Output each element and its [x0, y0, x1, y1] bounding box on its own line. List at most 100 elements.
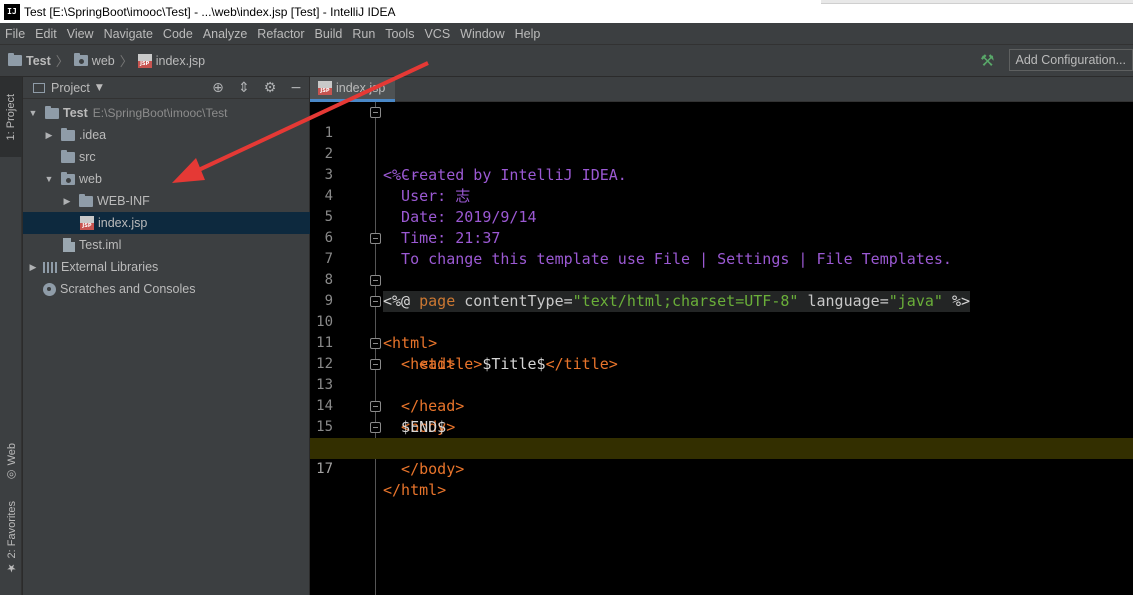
chevron-right-icon: 〉: [55, 54, 69, 69]
tree-item-label: index.jsp: [98, 216, 148, 230]
tree-item-label: src: [79, 150, 96, 164]
menu-build[interactable]: Build: [310, 27, 348, 41]
code-text: </body>: [383, 460, 465, 478]
tree-item-test-iml[interactable]: Test.iml: [23, 234, 310, 256]
breadcrumb-project[interactable]: Test: [26, 54, 51, 68]
menu-view[interactable]: View: [62, 27, 99, 41]
tree-item-external-libraries[interactable]: ▶ External Libraries: [23, 256, 310, 278]
code-line: 5 Time: 21:37: [310, 186, 1133, 247]
run-toolbar: ⚒ Add Configuration...: [980, 49, 1133, 71]
module-folder-icon: [45, 105, 59, 119]
menu-analyze[interactable]: Analyze: [198, 27, 252, 41]
tree-item-label: .idea: [79, 128, 107, 142]
collapsed-arrow-icon[interactable]: ▶: [61, 196, 73, 207]
intellij-app-icon: IJ: [4, 3, 20, 20]
code-editor[interactable]: 1 <%-- 2 Created by IntelliJ IDEA. 3 Use…: [310, 102, 1133, 595]
folder-icon: [79, 193, 93, 207]
menu-edit[interactable]: Edit: [30, 27, 62, 41]
tree-item-label: Scratches and Consoles: [60, 282, 196, 296]
project-tool-button[interactable]: 1: Project: [0, 77, 22, 157]
breadcrumb-folder[interactable]: web: [92, 54, 115, 68]
project-tree: ▼ Test E:\SpringBoot\imooc\Test ▶ .idea …: [23, 102, 310, 300]
expanded-arrow-icon[interactable]: ▼: [43, 174, 55, 184]
gear-icon[interactable]: ⚙: [257, 80, 283, 96]
favorites-tool-button[interactable]: ★ 2: Favorites: [0, 497, 22, 579]
web-tool-button[interactable]: ◎ Web: [0, 437, 22, 487]
tree-item-idea[interactable]: ▶ .idea: [23, 124, 310, 146]
tree-item-index-jsp[interactable]: index.jsp: [23, 212, 310, 234]
tree-item-test[interactable]: ▼ Test E:\SpringBoot\imooc\Test: [23, 102, 310, 124]
fold-icon[interactable]: [370, 401, 381, 412]
jsp-file-icon: [318, 81, 332, 95]
fold-icon[interactable]: [370, 338, 381, 349]
code-line: 11 <title>$Title$</title>: [310, 312, 1133, 373]
tree-item-web[interactable]: ▼ web: [23, 168, 310, 190]
code-line: 7 --%>: [310, 228, 1133, 310]
menu-vcs[interactable]: VCS: [419, 27, 455, 41]
tree-item-scratches[interactable]: Scratches and Consoles: [23, 278, 310, 300]
expanded-arrow-icon[interactable]: ▼: [27, 108, 39, 118]
menu-help[interactable]: Help: [510, 27, 546, 41]
menu-refactor[interactable]: Refactor: [252, 27, 309, 41]
project-panel-tools: ⊕ ⇕ ⚙ −: [205, 77, 309, 99]
tree-item-label: web: [79, 172, 102, 186]
add-configuration-button[interactable]: Add Configuration...: [1008, 49, 1133, 71]
project-folder-icon: [8, 53, 22, 66]
folder-icon: [61, 127, 75, 141]
fold-icon[interactable]: [370, 275, 381, 286]
favorites-tool-label: ★ 2: Favorites: [5, 501, 18, 575]
editor-tab-bar: index.jsp: [310, 77, 1133, 102]
tree-item-web-inf[interactable]: ▶ WEB-INF: [23, 190, 310, 212]
code-line: 6 To change this template use File | Set…: [310, 207, 1133, 268]
code-line: 15 </body>: [310, 396, 1133, 478]
tab-index-jsp[interactable]: index.jsp: [310, 77, 396, 102]
editor-panel: index.jsp 1 <%-- 2 Created by IntelliJ I…: [310, 77, 1133, 595]
code-line: 12 </head>: [310, 333, 1133, 415]
project-panel: Project ▼ ⊕ ⇕ ⚙ − ▼ Test E:\SpringBoot\i…: [23, 77, 310, 595]
breadcrumb: Test 〉 web 〉 index.jsp: [8, 51, 205, 70]
project-panel-title[interactable]: Project: [51, 81, 90, 95]
fold-icon[interactable]: [370, 233, 381, 244]
code-line: 9 <html>: [310, 270, 1133, 352]
menu-code[interactable]: Code: [158, 27, 198, 41]
source-folder-icon: [61, 149, 75, 163]
current-code-line: 17: [310, 438, 1133, 477]
tree-item-path: E:\SpringBoot\imooc\Test: [92, 106, 228, 120]
build-hammer-icon[interactable]: ⚒: [980, 51, 994, 70]
fold-icon[interactable]: [370, 359, 381, 370]
menu-tools[interactable]: Tools: [380, 27, 419, 41]
code-text: </html>: [383, 481, 447, 499]
code-line: 8 <%@ page contentType="text/html;charse…: [310, 249, 1133, 312]
tree-item-label: Test.iml: [79, 238, 122, 252]
menu-bar: File Edit View Navigate Code Analyze Ref…: [0, 23, 1133, 45]
hide-panel-icon[interactable]: −: [283, 80, 309, 96]
chevron-down-icon[interactable]: ▼: [96, 83, 103, 93]
project-tool-label: 1: Project: [5, 93, 17, 141]
tree-item-label: Test: [63, 106, 88, 120]
project-panel-header: Project ▼ ⊕ ⇕ ⚙ −: [23, 77, 309, 99]
tree-item-src[interactable]: src: [23, 146, 310, 168]
code-line: 10 <head>: [310, 291, 1133, 373]
jsp-file-icon: [80, 216, 94, 230]
menu-window[interactable]: Window: [455, 27, 509, 41]
fold-icon[interactable]: [370, 296, 381, 307]
menu-navigate[interactable]: Navigate: [99, 27, 158, 41]
locate-target-icon[interactable]: ⊕: [205, 80, 231, 96]
collapse-all-icon[interactable]: ⇕: [231, 80, 257, 96]
fold-icon[interactable]: [370, 422, 381, 433]
breadcrumb-file[interactable]: index.jsp: [156, 54, 205, 68]
menu-run[interactable]: Run: [347, 27, 380, 41]
web-folder-icon: [73, 53, 88, 66]
web-tool-label: ◎ Web: [5, 442, 18, 482]
window-title: Test [E:\SpringBoot\imooc\Test] - ...\we…: [24, 4, 396, 19]
scratches-icon: [43, 282, 56, 296]
collapsed-arrow-icon[interactable]: ▶: [27, 262, 39, 273]
jsp-file-icon: [137, 53, 152, 68]
menu-file[interactable]: File: [0, 27, 30, 41]
popup-edge: [821, 0, 1133, 4]
collapsed-arrow-icon[interactable]: ▶: [43, 130, 55, 141]
tree-item-label: External Libraries: [61, 260, 159, 274]
project-view-icon: [33, 82, 45, 93]
code-line: 13 <body>: [310, 354, 1133, 436]
fold-icon[interactable]: [370, 107, 381, 118]
